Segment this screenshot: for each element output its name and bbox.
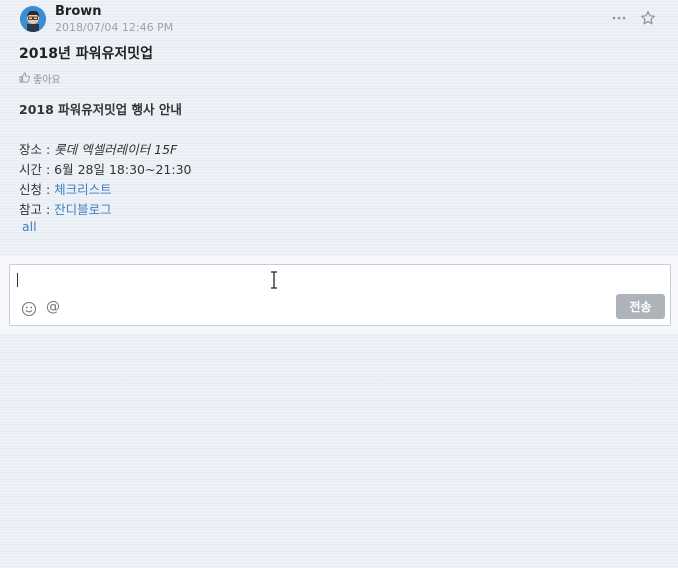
send-button[interactable]: 전송 [616, 294, 665, 319]
like-button[interactable]: 좋아요 [19, 71, 61, 86]
like-label: 좋아요 [33, 75, 61, 86]
reference-link[interactable]: 잔디블로그 [54, 202, 112, 217]
message-post: Brown 2018/07/04 12:46 PM 2018년 파워유저밋업 좋… [0, 0, 678, 256]
reference-line: 참고 : 잔디블로그 [19, 199, 112, 218]
tag-all-link[interactable]: all [22, 219, 37, 234]
signup-link[interactable]: 체크리스트 [54, 182, 112, 197]
place-value: 롯데 엑셀러레이터 15F [54, 142, 178, 157]
more-horizontal-icon[interactable] [611, 10, 627, 26]
text-cursor-icon [269, 271, 279, 289]
time-label: 시간 : [19, 162, 55, 177]
avatar[interactable] [20, 6, 46, 32]
time-value: 6월 28일 18:30~21:30 [54, 162, 192, 177]
star-icon[interactable] [640, 10, 656, 26]
post-body-heading: 2018 파워유저밋업 행사 안내 [19, 102, 182, 117]
signup-line: 신청 : 체크리스트 [19, 179, 112, 198]
author-name[interactable]: Brown [55, 4, 102, 19]
place-label: 장소 : [19, 142, 55, 157]
time-line: 시간 : 6월 28일 18:30~21:30 [19, 159, 192, 178]
composer-overlay: @ 전송 [9, 264, 671, 326]
at-icon[interactable]: @ [46, 299, 60, 315]
thumbs-up-icon [19, 72, 30, 86]
post-title: 2018년 파워유저밋업 [19, 46, 153, 62]
place-line: 장소 : 롯데 엑셀러레이터 15F [19, 139, 177, 158]
composer-area: @ 전송 [0, 256, 678, 334]
signup-label: 신청 : [19, 182, 55, 197]
text-caret [17, 273, 18, 287]
post-timestamp: 2018/07/04 12:46 PM [55, 21, 174, 34]
smiley-icon[interactable] [21, 301, 37, 317]
reference-label: 참고 : [19, 202, 55, 217]
